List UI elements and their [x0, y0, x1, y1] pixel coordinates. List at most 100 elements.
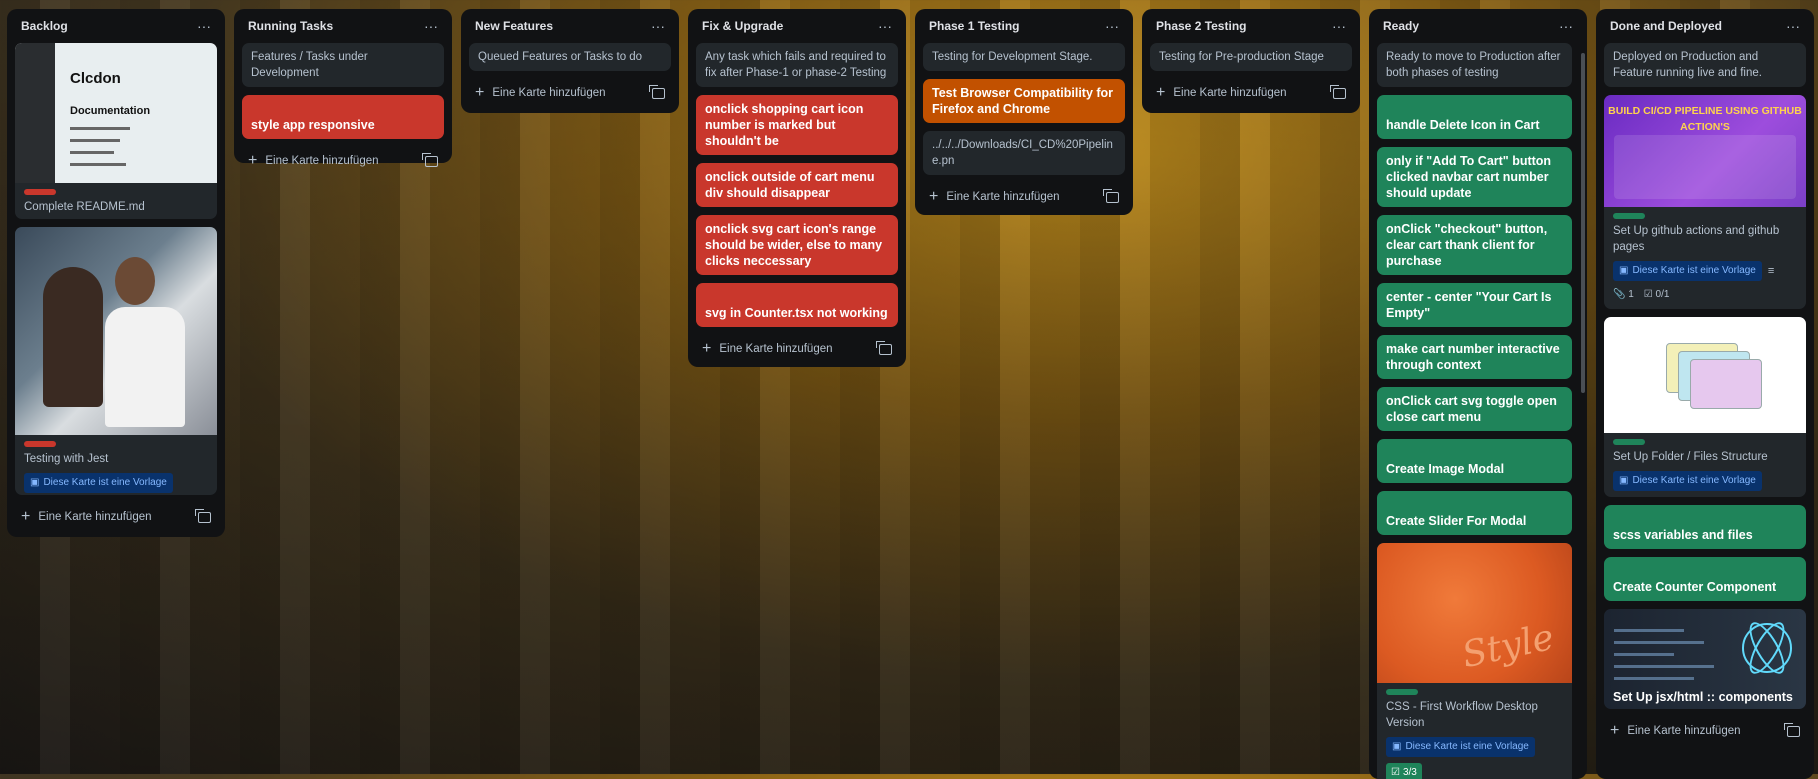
create-from-template-icon[interactable] [1330, 84, 1346, 99]
card-title: Create Counter Component [1613, 580, 1777, 594]
list-scrollbar[interactable] [1581, 53, 1585, 393]
card-ready[interactable]: onClick "checkout" button, clear cart th… [1377, 215, 1572, 275]
list-description-card[interactable]: Features / Tasks under Development [242, 43, 444, 87]
card-cover-image: Style [1377, 543, 1572, 683]
create-from-template-icon[interactable] [422, 152, 438, 167]
list-header: New Features ··· [469, 9, 671, 43]
list-description-card[interactable]: Ready to move to Production after both p… [1377, 43, 1572, 87]
create-from-template-icon[interactable] [195, 508, 211, 523]
list-description-card[interactable]: Testing for Development Stage. [923, 43, 1125, 71]
list-description-card[interactable]: Queued Features or Tasks to do [469, 43, 671, 71]
create-from-template-icon[interactable] [1784, 722, 1800, 737]
card-title: onClick cart svg toggle open close cart … [1386, 394, 1557, 424]
label-red [24, 189, 56, 195]
list-menu-icon[interactable]: ··· [1332, 18, 1346, 34]
card-github-actions[interactable]: BUILD CI/CD PIPELINE USING GITHUB ACTION… [1604, 95, 1806, 309]
card-done[interactable]: Create Counter Component [1604, 557, 1806, 601]
label-green [1613, 439, 1645, 445]
card-title: Create Image Modal [1386, 462, 1505, 476]
cover-text-logo: Clcdon [70, 70, 121, 87]
add-card-label: Eine Karte hinzufügen [1627, 725, 1741, 737]
add-card-row: + Eine Karte hinzufügen [1604, 717, 1806, 745]
list-description-card[interactable]: Testing for Pre-production Stage [1150, 43, 1352, 71]
list-title: Phase 2 Testing [1156, 19, 1247, 33]
card-fix[interactable]: svg in Counter.tsx not working [696, 283, 898, 327]
list-menu-icon[interactable]: ··· [1559, 18, 1573, 34]
card-folder-structure[interactable]: Set Up Folder / Files Structure ▣ Diese K… [1604, 317, 1806, 497]
card-title: Test Browser Compatibility for Firefox a… [932, 86, 1114, 116]
card-style-app-responsive[interactable]: style app responsive [242, 95, 444, 139]
list-header: Fix & Upgrade ··· [696, 9, 898, 43]
list-menu-icon[interactable]: ··· [1786, 18, 1800, 34]
plus-icon: + [475, 84, 485, 101]
checklist-badge: ☑ 3/3 [1386, 763, 1422, 779]
list-backlog: Backlog ··· Clcdon Documentation Complet… [7, 9, 225, 537]
add-card-button[interactable]: + Eine Karte hinzufügen [248, 153, 379, 169]
template-badge-label: Diese Karte ist eine Vorlage [43, 477, 167, 488]
list-title: Phase 1 Testing [929, 19, 1020, 33]
create-from-template-icon[interactable] [649, 84, 665, 99]
template-badge: ▣ Diese Karte ist eine Vorlage [24, 473, 173, 493]
cover-script-text: Style [1458, 616, 1558, 677]
card-ready[interactable]: onClick cart svg toggle open close cart … [1377, 387, 1572, 431]
add-card-button[interactable]: + Eine Karte hinzufügen [21, 509, 152, 525]
list-menu-icon[interactable]: ··· [651, 18, 665, 34]
template-icon: ▣ [1392, 741, 1402, 752]
add-card-button[interactable]: + Eine Karte hinzufügen [929, 189, 1060, 205]
add-card-button[interactable]: + Eine Karte hinzufügen [702, 341, 833, 357]
label-red [24, 441, 56, 447]
card-ready[interactable]: handle Delete Icon in Cart [1377, 95, 1572, 139]
card-cover-image [1604, 317, 1806, 433]
card-title: onclick outside of cart menu div should … [705, 170, 875, 200]
add-card-button[interactable]: + Eine Karte hinzufügen [1156, 85, 1287, 101]
card-testing-with-jest[interactable]: Testing with Jest ▣ Diese Karte ist eine … [15, 227, 217, 495]
list-header: Phase 2 Testing ··· [1150, 9, 1352, 43]
attachment-indicator: 📎 1 [1613, 287, 1634, 303]
card-ready[interactable]: only if "Add To Cart" button clicked nav… [1377, 147, 1572, 207]
create-from-template-icon[interactable] [876, 340, 892, 355]
card-ready[interactable]: make cart number interactive through con… [1377, 335, 1572, 379]
list-menu-icon[interactable]: ··· [1105, 18, 1119, 34]
add-card-label: Eine Karte hinzufügen [719, 343, 833, 355]
card-title: ../../../Downloads/CI_CD%20Pipeline.pn [932, 139, 1113, 167]
list-menu-icon[interactable]: ··· [197, 18, 211, 34]
template-badge: ▣ Diese Karte ist eine Vorlage [1386, 737, 1535, 757]
card-done[interactable]: scss variables and files [1604, 505, 1806, 549]
card-css-first-workflow[interactable]: Style CSS - First Workflow Desktop Versi… [1377, 543, 1572, 779]
list-menu-icon[interactable]: ··· [878, 18, 892, 34]
card-complete-readme[interactable]: Clcdon Documentation Complete README.md [15, 43, 217, 219]
add-card-label: Eine Karte hinzufügen [946, 191, 1060, 203]
checklist-indicator: ☑ 0/1 [1644, 287, 1670, 303]
list-menu-icon[interactable]: ··· [424, 18, 438, 34]
card-fix[interactable]: onclick shopping cart icon number is mar… [696, 95, 898, 155]
list-title: Backlog [21, 19, 68, 33]
list-header: Running Tasks ··· [242, 9, 444, 43]
card-ready[interactable]: Create Slider For Modal [1377, 491, 1572, 535]
card-title: onClick "checkout" button, clear cart th… [1386, 222, 1548, 268]
card-title: make cart number interactive through con… [1386, 342, 1560, 372]
attachment-count: 1 [1628, 289, 1634, 300]
card-link[interactable]: ../../../Downloads/CI_CD%20Pipeline.pn [923, 131, 1125, 175]
list-description-card[interactable]: Deployed on Production and Feature runni… [1604, 43, 1806, 87]
list-header: Backlog ··· [15, 9, 217, 43]
card-fix[interactable]: onclick svg cart icon's range should be … [696, 215, 898, 275]
list-description-card[interactable]: Any task which fails and required to fix… [696, 43, 898, 87]
add-card-button[interactable]: + Eine Karte hinzufügen [1610, 723, 1741, 739]
add-card-button[interactable]: + Eine Karte hinzufügen [475, 84, 606, 101]
card-title: Set Up jsx/html :: components [1613, 690, 1793, 704]
card-fix[interactable]: onclick outside of cart menu div should … [696, 163, 898, 207]
card-ready[interactable]: Create Image Modal [1377, 439, 1572, 483]
card-browser-compat[interactable]: Test Browser Compatibility for Firefox a… [923, 79, 1125, 123]
checklist-count: 0/1 [1655, 289, 1670, 300]
list-fix-upgrade: Fix & Upgrade ··· Any task which fails a… [688, 9, 906, 367]
label-green [1386, 689, 1418, 695]
list-header: Ready ··· [1377, 9, 1579, 43]
list-done-and-deployed: Done and Deployed ··· Deployed on Produc… [1596, 9, 1814, 779]
card-ready[interactable]: center - center "Your Cart Is Empty" [1377, 283, 1572, 327]
template-badge-label: Diese Karte ist eine Vorlage [1632, 475, 1756, 486]
card-jsx-components[interactable]: Set Up jsx/html :: components [1604, 609, 1806, 709]
create-from-template-icon[interactable] [1103, 188, 1119, 203]
template-icon: ▣ [1619, 265, 1629, 276]
list-phase-1-testing: Phase 1 Testing ··· Testing for Developm… [915, 9, 1133, 215]
card-title: Set Up github actions and github pages [1613, 225, 1780, 253]
